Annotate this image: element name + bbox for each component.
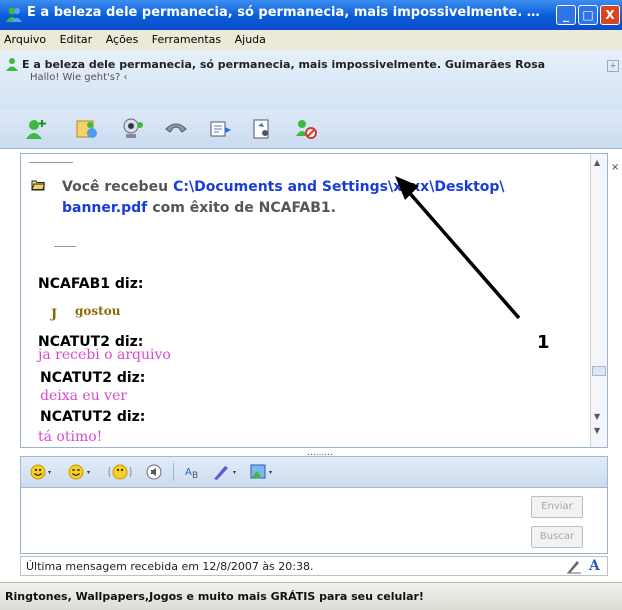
message-text: deixa eu ver [40,388,128,404]
handwriting-icon[interactable] [566,559,582,574]
send-files-icon[interactable] [75,117,101,141]
annotation-label: 1 [537,332,550,353]
advertisement-text[interactable]: Ringtones, Wallpapers,Jogos e muito mais… [5,590,424,603]
scroll-down-icon[interactable]: ▼ [594,412,600,421]
menu-ajuda[interactable]: Ajuda [235,33,266,46]
voice-call-icon[interactable] [163,117,189,141]
minimize-button[interactable]: _ [556,5,576,25]
voice-clip-icon[interactable] [145,463,163,481]
message-sender: NCAFAB1 diz: [38,276,144,292]
title-bar: E a beleza dele permanecia, só permaneci… [0,0,622,30]
webcam-icon[interactable] [120,117,146,141]
message-input[interactable]: Enviar Buscar [20,488,608,554]
contact-status-icon [6,58,18,71]
conversation-scrollbar[interactable]: ▲ ▼ ▼ [590,154,607,447]
svg-text:B: B [192,471,198,481]
menu-bar: Arquivo Editar Ações Ferramentas Ajuda [0,30,622,50]
send-image-icon[interactable] [249,462,279,482]
status-bar: Última mensagem recebida em 12/8/2007 às… [20,556,608,576]
scroll-thumb[interactable] [592,366,606,376]
last-message-status: Última mensagem recebida em 12/8/2007 às… [26,560,314,573]
message-sender: NCATUT2 diz: [40,409,146,425]
window-title: E a beleza dele permanecia, só permaneci… [27,5,547,20]
wink-icon[interactable] [67,463,93,481]
invite-contact-icon[interactable] [23,117,49,141]
expand-header-icon[interactable]: + [607,60,619,72]
toolbar-separator [173,463,174,481]
message-text: gostou [75,304,121,318]
menu-acoes[interactable]: Ações [106,33,139,46]
contact-header: E a beleza dele permanecia, só permaneci… [0,50,622,111]
file-name-link[interactable]: banner.pdf [62,200,147,216]
maximize-button[interactable]: □ [578,5,598,25]
scroll-end-icon[interactable]: ▼ [594,426,600,435]
close-button[interactable]: X [600,5,620,25]
contact-name: E a beleza dele permanecia, só permaneci… [22,58,546,71]
nudge-icon[interactable] [108,462,132,482]
separator [54,246,76,247]
file-received-prefix: Você recebeu [62,179,169,195]
font-icon[interactable]: AB [184,463,202,481]
search-button[interactable]: Buscar [531,526,583,548]
menu-arquivo[interactable]: Arquivo [4,33,46,46]
svg-text:A: A [185,467,192,478]
block-icon[interactable] [293,117,319,141]
activities-icon[interactable] [207,117,233,141]
contact-personal-message: Hallo! Wie geht's? ‹ [30,72,128,83]
separator [29,162,73,163]
action-toolbar [0,110,622,149]
emoticon-icon[interactable] [30,464,54,480]
file-received-suffix: com êxito de NCAFAB1. [152,200,336,216]
text-mode-icon[interactable]: A [589,558,600,574]
background-color-icon[interactable] [211,462,241,482]
advertisement-bar[interactable]: Ringtones, Wallpapers,Jogos e muito mais… [0,582,622,610]
scroll-up-icon[interactable]: ▲ [594,158,600,167]
emoticon-j: J [51,307,58,322]
annotation-arrow [395,176,521,320]
message-sender: NCATUT2 diz: [40,370,146,386]
folder-icon [31,180,45,191]
messenger-icon [6,7,22,22]
menu-editar[interactable]: Editar [60,33,93,46]
send-button[interactable]: Enviar [531,496,583,518]
games-icon[interactable] [250,117,276,141]
menu-ferramentas[interactable]: Ferramentas [152,33,221,46]
message-text: tá otimo! [38,429,103,445]
formatting-toolbar: AB [20,456,608,488]
message-text: ja recebi o arquivo [38,347,171,363]
conversation-panel: Você recebeu C:\Documents and Settings\x… [20,153,608,448]
collapse-side-icon[interactable]: × [611,162,619,173]
